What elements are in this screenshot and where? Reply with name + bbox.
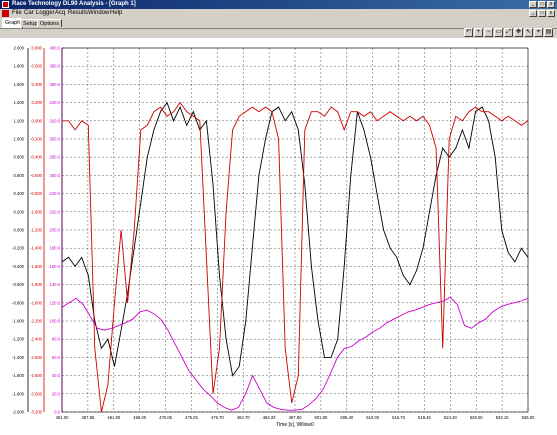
y-tick-label-left: -1.600 — [12, 373, 25, 378]
y-tick-label-right: 320.0 — [50, 118, 61, 123]
y-tick-label-mid: -1.800 — [30, 282, 43, 287]
y-tick-label-left: 1.000 — [14, 137, 25, 142]
x-axis-label: Time [s], Willow0 — [276, 422, 314, 428]
y-tick-label-right: 140.0 — [50, 282, 61, 287]
y-tick-label-left: 1.200 — [14, 118, 25, 123]
y-tick-label-left: 1.600 — [14, 82, 25, 87]
y-tick-label-mid: -0.200 — [30, 137, 43, 142]
y-tick-label-left: 1.400 — [14, 100, 25, 105]
y-tick-label-mid: 0.400 — [32, 82, 43, 87]
y-tick-label-mid: 0.800 — [32, 46, 43, 51]
y-tick-label-right: 20.0 — [52, 391, 61, 396]
y-tick-label-right: 400.0 — [50, 46, 61, 51]
y-tick-label-right: 360.0 — [50, 82, 61, 87]
y-tick-label-left: -0.600 — [12, 282, 25, 287]
y-tick-label-right: 40.0 — [52, 373, 61, 378]
y-tick-label-right: 180.0 — [50, 246, 61, 251]
y-tick-label-left: -0.800 — [12, 300, 25, 305]
y-tick-label-mid: -1.400 — [30, 246, 43, 251]
y-tick-label-right: 220.0 — [50, 209, 61, 214]
x-tick-label: 516.70 — [392, 415, 405, 420]
x-tick-label: 457.85 — [81, 415, 94, 420]
y-tick-label-right: 380.0 — [50, 64, 61, 69]
telemetry-chart[interactable]: 2.000 1.800 1.600 1.400 1.200 1.000 0.800 0.600… — [0, 0, 557, 435]
y-tick-label-mid: -3.000 — [30, 391, 43, 396]
y-tick-label-left: -2.000 — [12, 410, 25, 415]
y-tick-label-mid: -0.600 — [30, 173, 43, 178]
series-line-black — [61, 101, 529, 377]
y-tick-label-mid: 0.000 — [32, 118, 43, 123]
y-tick-label-right: 240.0 — [50, 191, 61, 196]
y-tick-label-right: 0.0 — [54, 410, 60, 415]
x-tick-label: 470.05 — [159, 415, 172, 420]
x-tick-label: 475.25 — [185, 415, 198, 420]
y-tick-label-mid: -2.000 — [30, 300, 43, 305]
y-tick-label-left: 0.400 — [14, 191, 25, 196]
y-tick-label-mid: -2.600 — [30, 355, 43, 360]
y-tick-label-left: 0.000 — [14, 228, 25, 233]
y-tick-label-right: 300.0 — [50, 137, 61, 142]
x-tick-label: 536.00 — [522, 415, 535, 420]
x-tick-label: 466.00 — [133, 415, 146, 420]
y-tick-label-right: 340.0 — [50, 100, 61, 105]
y-tick-label-mid: -1.200 — [30, 228, 43, 233]
y-tick-label-mid: -3.200 — [30, 410, 43, 415]
y-tick-label-right: 280.0 — [50, 155, 61, 160]
y-tick-label-mid: -0.400 — [30, 155, 43, 160]
y-tick-label-left: -0.400 — [12, 264, 25, 269]
y-tick-label-left: 1.800 — [14, 64, 25, 69]
x-tick-label: 528.00 — [470, 415, 483, 420]
y-tick-label-right: 200.0 — [50, 228, 61, 233]
y-tick-label-left: -0.200 — [12, 246, 25, 251]
x-tick-label: 510.00 — [366, 415, 379, 420]
y-tick-label-right: 80.0 — [52, 337, 61, 342]
y-tick-label-left: 0.200 — [14, 209, 25, 214]
y-tick-label-left: 0.600 — [14, 173, 25, 178]
y-tick-label-mid: 0.600 — [32, 64, 43, 69]
x-tick-label: 476.70 — [211, 415, 224, 420]
y-tick-label-mid: -1.000 — [30, 209, 43, 214]
y-tick-label-mid: -0.800 — [30, 191, 43, 196]
x-tick-label: 524.20 — [444, 415, 457, 420]
x-tick-label: 532.10 — [496, 415, 509, 420]
y-tick-label-left: -1.200 — [12, 337, 25, 342]
y-tick-label-mid: -1.600 — [30, 264, 43, 269]
y-tick-label-left: 0.800 — [14, 155, 25, 160]
x-tick-label: 461.90 — [107, 415, 120, 420]
y-tick-label-right: 100.0 — [50, 319, 61, 324]
y-tick-label-right: 60.0 — [52, 355, 61, 360]
x-tick-label: 461.00 — [56, 415, 69, 420]
x-tick-label: 501.90 — [314, 415, 327, 420]
x-tick-label: 497.80 — [289, 415, 302, 420]
x-tick-label: 484.70 — [237, 415, 250, 420]
y-tick-label-right: 160.0 — [50, 264, 61, 269]
y-tick-label-right: 260.0 — [50, 173, 61, 178]
y-tick-label-mid: -2.800 — [30, 373, 43, 378]
y-tick-label-mid: 0.200 — [32, 100, 43, 105]
y-tick-label-left: -1.800 — [12, 391, 25, 396]
y-tick-label-left: -1.400 — [12, 355, 25, 360]
y-tick-label-right: 120.0 — [50, 300, 61, 305]
y-tick-label-left: -1.000 — [12, 319, 25, 324]
y-tick-label-left: 2.000 — [14, 46, 25, 51]
x-tick-label: 484.20 — [263, 415, 276, 420]
x-tick-label: 518.45 — [418, 415, 431, 420]
x-tick-label: 505.40 — [340, 415, 353, 420]
y-tick-label-mid: -2.400 — [30, 337, 43, 342]
y-tick-label-mid: -2.200 — [30, 319, 43, 324]
